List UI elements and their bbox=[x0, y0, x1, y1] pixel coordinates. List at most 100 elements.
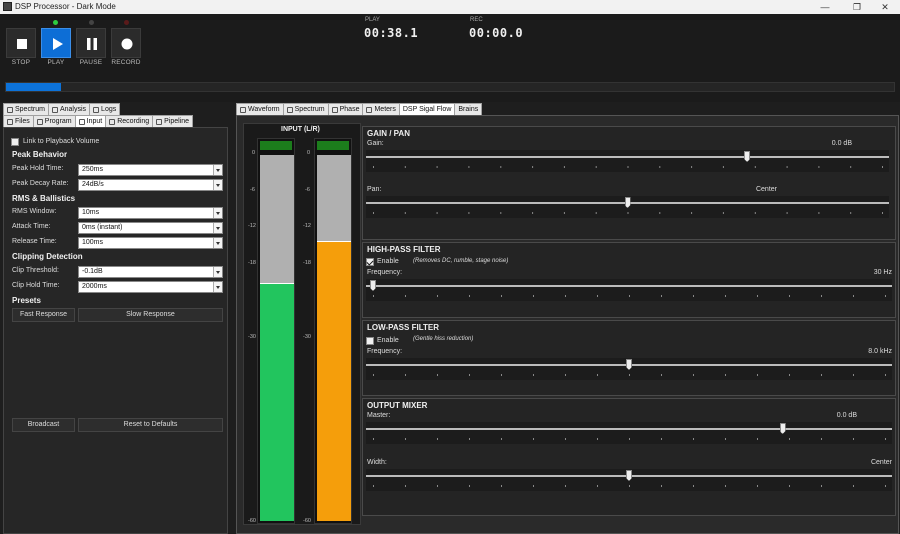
tab-label: Spectrum bbox=[15, 106, 45, 113]
rec-time: 00:00.0 bbox=[469, 26, 524, 40]
clip-threshold-select[interactable]: -0.1dB bbox=[78, 266, 223, 278]
stop-label: STOP bbox=[11, 59, 31, 66]
tab-label: Program bbox=[44, 118, 72, 125]
reset-defaults-button[interactable]: Reset to Defaults bbox=[78, 418, 223, 432]
hpf-title: HIGH-PASS FILTER bbox=[367, 245, 441, 254]
app-icon bbox=[3, 2, 12, 11]
maximize-button[interactable]: ❐ bbox=[842, 0, 872, 14]
slow-response-button[interactable]: Slow Response bbox=[78, 308, 223, 322]
hpf-frequency-value: 30 Hz bbox=[873, 269, 892, 276]
tab-label: Input bbox=[86, 118, 103, 125]
slider-thumb[interactable] bbox=[624, 197, 631, 208]
chevron-down-icon bbox=[213, 165, 222, 175]
tab-logs[interactable]: Logs bbox=[89, 103, 121, 115]
tab-label: Spectrum bbox=[294, 106, 325, 113]
chevron-down-icon bbox=[213, 267, 222, 277]
playback-progress[interactable] bbox=[5, 82, 895, 92]
meters-icon bbox=[366, 106, 373, 113]
tab-waveform[interactable]: Waveform bbox=[236, 103, 284, 115]
hpf-note: (Removes DC, rumble, stage noise) bbox=[413, 258, 509, 264]
width-slider[interactable] bbox=[366, 469, 892, 491]
meter-tick: -30 bbox=[248, 334, 256, 340]
lpf-enable-checkbox[interactable] bbox=[366, 337, 374, 345]
peak-decay-value: 24dB/s bbox=[82, 181, 104, 188]
stop-button[interactable] bbox=[6, 28, 36, 58]
slider-thumb[interactable] bbox=[779, 423, 786, 434]
lpf-frequency-slider[interactable] bbox=[366, 358, 892, 380]
tab-input[interactable]: Input bbox=[74, 115, 107, 127]
gain-slider[interactable] bbox=[366, 150, 889, 172]
slider-thumb[interactable] bbox=[626, 470, 632, 481]
record-button[interactable] bbox=[111, 28, 141, 58]
tab-meters[interactable]: Meters bbox=[362, 103, 400, 115]
peak-hold-select[interactable]: 250ms bbox=[78, 164, 223, 176]
hpf-enable-label: Enable bbox=[377, 258, 399, 265]
pan-slider[interactable] bbox=[366, 196, 889, 218]
rms-window-select[interactable]: 10ms bbox=[78, 207, 223, 219]
tab-recording[interactable]: Recording bbox=[105, 115, 154, 127]
attack-time-select[interactable]: 0ms (instant) bbox=[78, 222, 223, 234]
tab-label: DSP Sigal Flow bbox=[402, 106, 452, 113]
slider-thumb[interactable] bbox=[744, 151, 751, 162]
peak-decay-label: Peak Decay Rate: bbox=[12, 180, 69, 187]
tab-spectrum-view[interactable]: Spectrum bbox=[282, 103, 329, 115]
link-playback-checkbox[interactable] bbox=[11, 138, 19, 146]
master-slider[interactable] bbox=[366, 422, 892, 444]
lpf-frequency-label: Frequency: bbox=[367, 348, 403, 355]
play-label: PLAY bbox=[47, 59, 65, 66]
tab-spectrum[interactable]: Spectrum bbox=[3, 103, 49, 115]
tab-phase[interactable]: Phase bbox=[327, 103, 364, 115]
meter-tick: -6 bbox=[305, 187, 310, 193]
meter-tick: -18 bbox=[303, 260, 311, 266]
peak-hold-label: Peak Hold Time: bbox=[12, 165, 64, 172]
chevron-down-icon bbox=[213, 180, 222, 190]
release-time-select[interactable]: 100ms bbox=[78, 237, 223, 249]
pause-icon bbox=[87, 38, 97, 50]
window-title: DSP Processor - Dark Mode bbox=[15, 2, 116, 11]
meter-tick: -30 bbox=[303, 334, 311, 340]
slider-ticks bbox=[373, 485, 886, 487]
master-label: Master: bbox=[367, 412, 391, 419]
lpf-title: LOW-PASS FILTER bbox=[367, 323, 439, 332]
tab-brains[interactable]: Brains bbox=[454, 103, 483, 115]
presets-title: Presets bbox=[12, 296, 41, 305]
fast-response-button[interactable]: Fast Response bbox=[12, 308, 75, 322]
width-value: Center bbox=[870, 459, 892, 466]
chevron-down-icon bbox=[213, 238, 222, 248]
slider-track bbox=[366, 285, 892, 287]
slider-thumb[interactable] bbox=[370, 280, 376, 291]
tab-files[interactable]: Files bbox=[3, 115, 34, 127]
clipping-detection-title: Clipping Detection bbox=[12, 252, 83, 261]
hpf-frequency-label: Frequency: bbox=[367, 269, 403, 276]
clip-hold-value: 2000ms bbox=[82, 283, 107, 290]
meter-tick: -60 bbox=[303, 518, 311, 524]
tab-label: Meters bbox=[374, 106, 396, 113]
broadcast-button[interactable]: Broadcast bbox=[12, 418, 75, 432]
hpf-enable-checkbox[interactable] bbox=[366, 258, 374, 266]
slider-thumb[interactable] bbox=[626, 359, 632, 370]
rms-window-label: RMS Window: bbox=[12, 208, 57, 215]
meter-tick: -12 bbox=[248, 223, 256, 229]
tab-program[interactable]: Program bbox=[32, 115, 76, 127]
lpf-note: (Gentle hiss reduction) bbox=[413, 336, 474, 342]
waveform-icon bbox=[240, 106, 246, 113]
play-button[interactable] bbox=[41, 28, 71, 58]
tab-pipeline[interactable]: Pipeline bbox=[152, 115, 194, 127]
gain-pan-title: GAIN / PAN bbox=[367, 129, 410, 138]
hpf-frequency-slider[interactable] bbox=[366, 279, 892, 301]
minimize-button[interactable]: — bbox=[810, 0, 840, 14]
peak-decay-select[interactable]: 24dB/s bbox=[78, 179, 223, 191]
mixer-title: OUTPUT MIXER bbox=[367, 401, 428, 410]
close-button[interactable]: ✕ bbox=[870, 0, 900, 14]
pause-button[interactable] bbox=[76, 28, 106, 58]
input-settings-panel: Link to Playback Volume Peak Behavior Pe… bbox=[3, 127, 228, 534]
lpf-enable-label: Enable bbox=[377, 337, 399, 344]
tab-analysis[interactable]: Analysis bbox=[47, 103, 91, 115]
spectrum-icon bbox=[286, 106, 293, 113]
recording-icon bbox=[109, 118, 116, 125]
clip-hold-select[interactable]: 2000ms bbox=[78, 281, 223, 293]
input-icon bbox=[78, 118, 85, 125]
tab-label: Waveform bbox=[248, 106, 280, 113]
tab-dsp-signal-flow[interactable]: DSP Sigal Flow bbox=[398, 103, 456, 115]
right-clip-indicator bbox=[317, 141, 349, 150]
